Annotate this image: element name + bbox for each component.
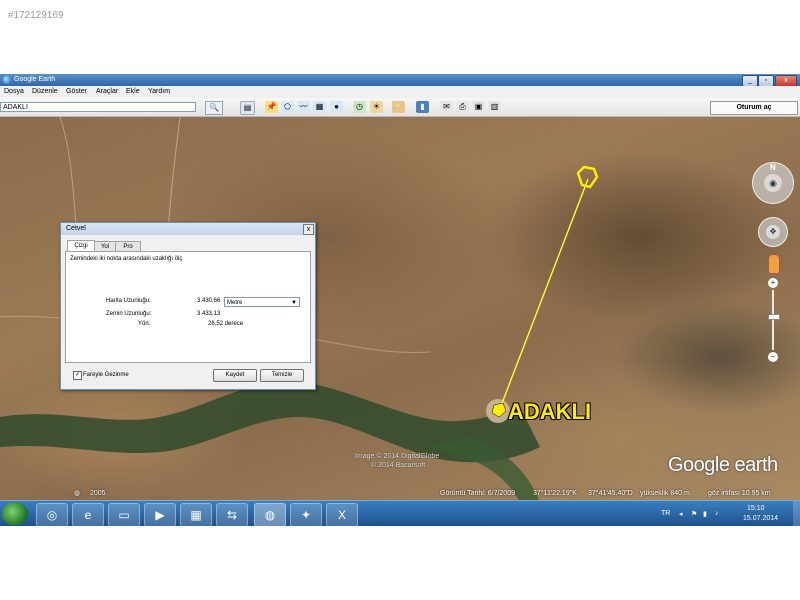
ruler-panel: Zemindeki iki nokta arasındaki uzaklığı … xyxy=(65,251,311,363)
eye-icon: ◉ xyxy=(764,174,782,192)
hand-icon: ✥ xyxy=(766,225,780,239)
show-hidden-icons-icon[interactable]: ◂ xyxy=(679,510,683,518)
excel-icon[interactable]: X xyxy=(326,503,358,526)
road-line-2 xyxy=(167,117,181,238)
media-player-icon[interactable]: ▶ xyxy=(144,503,176,526)
language-indicator[interactable]: TR xyxy=(661,510,670,517)
eye-altitude: göz irtifası 10.95 km xyxy=(708,490,771,497)
print-icon[interactable]: ⎙ xyxy=(456,101,469,113)
tour-icon[interactable]: ● xyxy=(330,101,343,113)
measurement-line xyxy=(498,178,589,412)
mouse-navigation-checkbox[interactable]: ✓ xyxy=(73,371,82,380)
search-icon[interactable]: 🔍 xyxy=(205,101,223,115)
zoom-slider-thumb[interactable] xyxy=(768,314,780,320)
show-desktop-button[interactable] xyxy=(793,501,800,526)
placemark-icon[interactable]: 📌 xyxy=(265,101,278,113)
clock-time[interactable]: 15:10 xyxy=(747,505,765,512)
sunlight-icon[interactable]: ☀ xyxy=(370,101,383,113)
dialog-title-bar[interactable]: Cetvel x xyxy=(61,223,315,235)
menu-bar: Dosya Düzenle Göster Araçlar Ekle Yardım xyxy=(0,86,800,98)
look-joystick[interactable]: N ◉ xyxy=(752,162,794,204)
planet-switch-icon[interactable]: 🪐 xyxy=(392,101,405,113)
path-icon[interactable]: 〰 xyxy=(297,101,310,113)
taskbar: ◎ e ▭ ▶ ▦ ⇆ ◍ ✦ X TR ◂ ⚑ ▮ ♪ 15:10 15.07… xyxy=(0,500,800,526)
search-input[interactable] xyxy=(0,102,196,112)
chevron-down-icon: ▼ xyxy=(291,300,297,306)
dialog-close-button[interactable]: x xyxy=(303,224,314,235)
imagery-credits: Image © 2014 DigitalGlobe © 2014 Basarso… xyxy=(355,452,439,470)
map-length-value: 3.430,66 xyxy=(197,298,221,304)
menu-add[interactable]: Ekle xyxy=(126,86,140,98)
mouse-navigation-label: Fareyle Gezinme xyxy=(83,372,129,378)
internet-explorer-icon[interactable]: e xyxy=(72,503,104,526)
sign-in-button[interactable]: Oturum aç xyxy=(710,101,798,115)
clear-button[interactable]: Temizle xyxy=(260,369,304,382)
north-indicator-icon: N xyxy=(770,163,776,172)
save-button[interactable]: Kaydet xyxy=(213,369,257,382)
menu-edit[interactable]: Düzenle xyxy=(32,86,58,98)
toolbar: 🔍 ▤ 📌 ⬠ 〰 ▦ ● ◷ ☀ 🪐 ▮ ✉ ⎙ ▣ ▥ Oturum aç xyxy=(0,98,800,117)
menu-help[interactable]: Yardım xyxy=(148,86,170,98)
desktop-screen: Google Earth _ ▫ x Dosya Düzenle Göster … xyxy=(0,74,800,526)
google-earth-logo: Google earth xyxy=(668,454,778,476)
calculator-icon[interactable]: ▦ xyxy=(180,503,212,526)
elevation: yükseklik 840 m xyxy=(640,490,690,497)
google-maps-icon[interactable]: ▥ xyxy=(488,101,501,113)
file-explorer-icon[interactable]: ▭ xyxy=(108,503,140,526)
map-length-label: Harita Uzunluğu: xyxy=(106,298,151,304)
globe-icon: ◍ xyxy=(74,490,81,497)
google-earth-icon xyxy=(3,76,11,84)
listing-id: #172129169 xyxy=(8,10,64,21)
title-bar: Google Earth _ ▫ x xyxy=(0,74,800,87)
menu-view[interactable]: Göster xyxy=(66,86,87,98)
imagery-year: 2005 xyxy=(90,490,106,497)
place-label: ADAKLI xyxy=(508,399,592,424)
zoom-slider-track[interactable] xyxy=(772,290,774,350)
sidebar-toggle-icon[interactable]: ▤ xyxy=(240,101,255,115)
teamviewer-icon[interactable]: ⇆ xyxy=(216,503,248,526)
google-earth-task-icon[interactable]: ◍ xyxy=(254,503,286,526)
volume-icon[interactable]: ♪ xyxy=(715,510,719,517)
clock-date[interactable]: 15.07.2014 xyxy=(743,515,778,522)
menu-file[interactable]: Dosya xyxy=(4,86,24,98)
ground-length-value: 3.433,13 xyxy=(197,311,221,317)
unit-select[interactable]: Metre ▼ xyxy=(224,297,300,307)
longitude: 37°41'45.40"D xyxy=(588,490,633,497)
street-view-icon[interactable] xyxy=(768,254,780,274)
flag-icon[interactable]: ⚑ xyxy=(691,510,697,518)
zoom-in-button[interactable]: + xyxy=(768,278,778,288)
imagery-date: Görüntü Tarihi: 6/7/2009 xyxy=(440,490,515,497)
network-icon[interactable]: ▮ xyxy=(703,510,707,518)
polygon-icon[interactable]: ⬠ xyxy=(281,101,294,113)
menu-tools[interactable]: Araçlar xyxy=(96,86,118,98)
historical-imagery-icon[interactable]: ◷ xyxy=(353,101,366,113)
heading-value: 26,52 derece xyxy=(208,321,244,327)
ruler-dialog: Cetvel x Çizgi Yol Pro Zemindeki iki nok… xyxy=(60,222,316,390)
zoom-out-button[interactable]: − xyxy=(768,352,778,362)
status-bar: ◍ 2005 Görüntü Tarihi: 6/7/2009 37°11'22… xyxy=(0,488,800,500)
heading-label: Yön: xyxy=(138,321,151,327)
image-overlay-icon[interactable]: ▦ xyxy=(313,101,326,113)
window-title: Google Earth xyxy=(14,76,56,83)
credits-line-2: © 2014 Basarsoft xyxy=(371,462,426,469)
ruler-icon[interactable]: ▮ xyxy=(416,101,429,113)
email-icon[interactable]: ✉ xyxy=(440,101,453,113)
move-joystick[interactable]: ✥ xyxy=(758,217,788,247)
unit-select-value: Metre xyxy=(227,300,243,306)
system-tray: TR ◂ ⚑ ▮ ♪ 15:10 15.07.2014 xyxy=(655,501,800,526)
ground-length-label: Zemin Uzunluğu: xyxy=(106,311,152,317)
save-image-icon[interactable]: ▣ xyxy=(472,101,485,113)
credits-line-1: Image © 2014 DigitalGlobe xyxy=(355,453,440,460)
paint-icon[interactable]: ✦ xyxy=(290,503,322,526)
instruction-text: Zemindeki iki nokta arasındaki uzaklığı … xyxy=(70,256,183,262)
dialog-title: Cetvel xyxy=(66,225,86,232)
start-button[interactable] xyxy=(2,502,28,526)
latitude: 37°11'22.19"K xyxy=(533,490,577,497)
measurement-start-marker xyxy=(576,165,599,189)
chrome-icon[interactable]: ◎ xyxy=(36,503,68,526)
